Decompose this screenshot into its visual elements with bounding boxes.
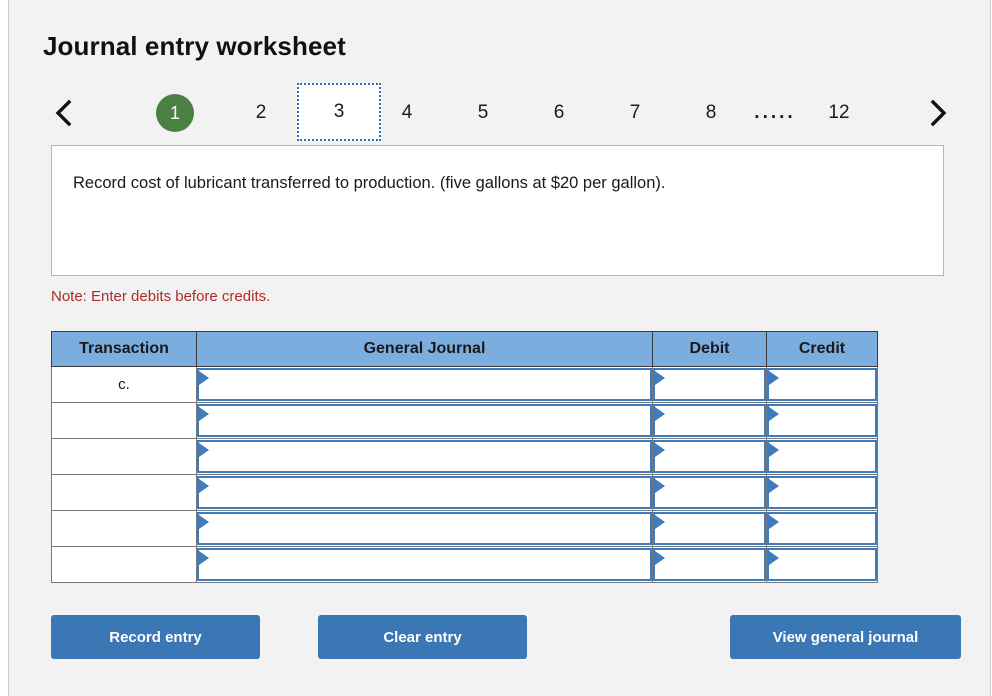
dropdown-triangle-icon xyxy=(199,515,209,529)
header-debit: Debit xyxy=(652,331,767,367)
table-row xyxy=(51,438,878,475)
debit-cell[interactable] xyxy=(652,474,767,511)
account-select[interactable] xyxy=(197,512,652,545)
journal-entry-table: Transaction General Journal Debit Credit… xyxy=(51,331,878,583)
transaction-label-cell: c. xyxy=(51,366,197,403)
chevron-right-icon xyxy=(928,98,948,128)
next-page-button[interactable] xyxy=(921,85,955,141)
credit-input[interactable] xyxy=(767,512,877,545)
debits-before-credits-note: Note: Enter debits before credits. xyxy=(51,288,271,305)
debit-input[interactable] xyxy=(653,440,766,473)
dropdown-triangle-icon xyxy=(199,479,209,493)
page-item-12[interactable]: 12 xyxy=(813,85,865,141)
account-select[interactable] xyxy=(197,404,652,437)
header-credit: Credit xyxy=(766,331,878,367)
credit-input[interactable] xyxy=(767,440,877,473)
table-row xyxy=(51,546,878,583)
page-item-2[interactable]: 2 xyxy=(225,85,297,141)
debit-input[interactable] xyxy=(653,512,766,545)
clear-entry-button[interactable]: Clear entry xyxy=(318,615,527,659)
transaction-label-cell xyxy=(51,438,197,475)
header-general-journal: General Journal xyxy=(196,331,653,367)
dropdown-triangle-icon xyxy=(769,479,779,493)
credit-input[interactable] xyxy=(767,404,877,437)
general-journal-cell[interactable] xyxy=(196,546,653,583)
dropdown-triangle-icon xyxy=(655,515,665,529)
transaction-label-cell xyxy=(51,510,197,547)
transaction-label-cell xyxy=(51,546,197,583)
page-item-8[interactable]: 8 xyxy=(685,85,737,141)
account-select[interactable] xyxy=(197,548,652,581)
general-journal-cell[interactable] xyxy=(196,510,653,547)
dropdown-triangle-icon xyxy=(199,407,209,421)
debit-input[interactable] xyxy=(653,404,766,437)
table-row: c. xyxy=(51,366,878,403)
page-title: Journal entry worksheet xyxy=(43,31,346,61)
dropdown-triangle-icon xyxy=(769,515,779,529)
credit-input[interactable] xyxy=(767,368,877,401)
table-row xyxy=(51,402,878,439)
record-entry-button[interactable]: Record entry xyxy=(51,615,260,659)
dropdown-triangle-icon xyxy=(199,551,209,565)
header-transaction: Transaction xyxy=(51,331,197,367)
account-select[interactable] xyxy=(197,476,652,509)
debit-cell[interactable] xyxy=(652,546,767,583)
credit-cell[interactable] xyxy=(766,366,878,403)
credit-cell[interactable] xyxy=(766,438,878,475)
transaction-description-text: Record cost of lubricant transferred to … xyxy=(73,174,666,192)
credit-cell[interactable] xyxy=(766,402,878,439)
dropdown-triangle-icon xyxy=(199,443,209,457)
general-journal-cell[interactable] xyxy=(196,402,653,439)
view-general-journal-button[interactable]: View general journal xyxy=(730,615,961,659)
credit-cell[interactable] xyxy=(766,546,878,583)
table-row xyxy=(51,474,878,511)
chevron-left-icon xyxy=(54,98,74,128)
table-row xyxy=(51,510,878,547)
prev-page-button[interactable] xyxy=(47,85,81,141)
debit-cell[interactable] xyxy=(652,366,767,403)
credit-cell[interactable] xyxy=(766,474,878,511)
page-ellipsis: ..... xyxy=(754,102,796,123)
worksheet-page: Journal entry worksheet 1 2 3 4 5 6 7 8 … xyxy=(8,0,991,696)
dropdown-triangle-icon xyxy=(655,443,665,457)
general-journal-cell[interactable] xyxy=(196,366,653,403)
page-current-badge: 1 xyxy=(156,94,194,132)
transaction-description-box: Record cost of lubricant transferred to … xyxy=(51,145,944,276)
page-item-3[interactable]: 3 xyxy=(297,83,381,141)
page-item-1[interactable]: 1 xyxy=(125,85,225,141)
dropdown-triangle-icon xyxy=(655,551,665,565)
debit-input[interactable] xyxy=(653,368,766,401)
transaction-label-cell xyxy=(51,402,197,439)
dropdown-triangle-icon xyxy=(655,371,665,385)
dropdown-triangle-icon xyxy=(769,443,779,457)
debit-cell[interactable] xyxy=(652,402,767,439)
general-journal-cell[interactable] xyxy=(196,474,653,511)
transaction-label-cell xyxy=(51,474,197,511)
pagination: 1 2 3 4 5 6 7 8 ..... 12 xyxy=(43,83,955,142)
debit-input[interactable] xyxy=(653,548,766,581)
dropdown-triangle-icon xyxy=(655,479,665,493)
page-item-5[interactable]: 5 xyxy=(457,85,509,141)
account-select[interactable] xyxy=(197,440,652,473)
credit-input[interactable] xyxy=(767,476,877,509)
debit-cell[interactable] xyxy=(652,438,767,475)
account-select[interactable] xyxy=(197,368,652,401)
credit-cell[interactable] xyxy=(766,510,878,547)
dropdown-triangle-icon xyxy=(769,371,779,385)
page-item-6[interactable]: 6 xyxy=(533,85,585,141)
debit-input[interactable] xyxy=(653,476,766,509)
general-journal-cell[interactable] xyxy=(196,438,653,475)
credit-input[interactable] xyxy=(767,548,877,581)
page-item-7[interactable]: 7 xyxy=(609,85,661,141)
table-header-row: Transaction General Journal Debit Credit xyxy=(51,331,878,367)
dropdown-triangle-icon xyxy=(769,551,779,565)
dropdown-triangle-icon xyxy=(655,407,665,421)
dropdown-triangle-icon xyxy=(769,407,779,421)
debit-cell[interactable] xyxy=(652,510,767,547)
dropdown-triangle-icon xyxy=(199,371,209,385)
page-item-4[interactable]: 4 xyxy=(381,85,433,141)
